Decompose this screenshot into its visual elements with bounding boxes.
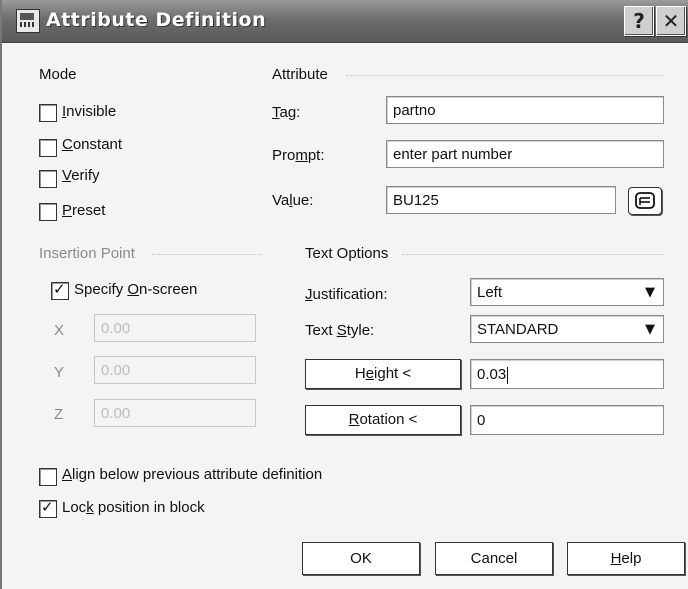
insertion-group-line xyxy=(152,254,262,255)
check-mark-icon: ✓ xyxy=(41,498,54,516)
justification-label: Justification: xyxy=(305,286,388,303)
height-input[interactable]: 0.03 xyxy=(470,359,664,389)
preset-label[interactable]: Preset xyxy=(62,202,105,219)
y-coord-input[interactable]: 0.00 xyxy=(94,356,256,384)
verify-label[interactable]: Verify xyxy=(62,167,100,184)
justification-value: Left xyxy=(477,284,503,301)
ok-button[interactable]: OK xyxy=(302,542,420,575)
attribute-heading: Attribute xyxy=(272,66,328,83)
value-input[interactable]: BU125 xyxy=(386,186,616,214)
text-caret xyxy=(507,366,509,384)
y-coord-label: Y xyxy=(54,364,65,381)
attribute-definition-dialog: Attribute Definition ? ✕ Mode Invisible … xyxy=(0,0,688,589)
check-mark-icon: ✓ xyxy=(53,280,66,298)
x-coord-label: X xyxy=(54,322,65,339)
z-coord-label: Z xyxy=(54,406,64,423)
insertion-point-heading: Insertion Point xyxy=(39,245,135,262)
z-coord-input[interactable]: 0.00 xyxy=(94,399,256,427)
chevron-down-icon[interactable]: ▼ xyxy=(641,284,659,302)
attribute-group-line xyxy=(346,75,664,76)
rotation-pick-button[interactable]: Rotation < xyxy=(305,405,461,435)
prompt-input[interactable]: enter part number xyxy=(386,140,664,168)
app-icon xyxy=(16,9,40,33)
help-button[interactable]: Help xyxy=(567,542,685,575)
help-icon[interactable]: ? xyxy=(624,6,654,36)
specify-onscreen-checkbox[interactable]: ✓ xyxy=(51,280,69,300)
insert-field-icon xyxy=(635,192,655,209)
invisible-checkbox[interactable] xyxy=(39,104,57,122)
window-title: Attribute Definition xyxy=(46,9,267,31)
insert-field-button[interactable] xyxy=(628,187,662,215)
constant-checkbox[interactable] xyxy=(39,139,57,157)
height-value: 0.03 xyxy=(477,366,507,383)
text-options-heading: Text Options xyxy=(305,245,389,262)
specify-onscreen-label[interactable]: Specify On-screen xyxy=(74,281,197,298)
invisible-label[interactable]: Invisible xyxy=(62,103,116,120)
tag-label: Tag: xyxy=(272,104,301,121)
chevron-down-icon[interactable]: ▼ xyxy=(641,321,659,339)
verify-checkbox[interactable] xyxy=(39,170,57,188)
title-bar[interactable]: Attribute Definition ? ✕ xyxy=(2,0,688,43)
justification-select[interactable]: Left ▼ xyxy=(470,278,664,306)
prompt-label: Prompt: xyxy=(272,147,325,164)
close-icon[interactable]: ✕ xyxy=(656,6,686,36)
cancel-button[interactable]: Cancel xyxy=(435,542,553,575)
text-options-group-line xyxy=(402,254,664,255)
constant-label[interactable]: Constant xyxy=(62,136,122,153)
lock-position-label[interactable]: Lock position in block xyxy=(62,499,205,516)
value-label: Value: xyxy=(272,192,314,209)
preset-checkbox[interactable] xyxy=(39,203,57,221)
x-coord-input[interactable]: 0.00 xyxy=(94,314,256,342)
text-style-label: Text Style: xyxy=(305,322,375,339)
align-below-label[interactable]: Align below previous attribute definitio… xyxy=(62,466,322,483)
text-style-select[interactable]: STANDARD ▼ xyxy=(470,315,664,343)
lock-position-checkbox[interactable]: ✓ xyxy=(39,498,57,518)
rotation-input[interactable]: 0 xyxy=(470,405,664,435)
mode-heading: Mode xyxy=(39,66,77,83)
height-pick-button[interactable]: Height < xyxy=(305,359,461,389)
tag-input[interactable]: partno xyxy=(386,96,664,124)
align-below-checkbox[interactable] xyxy=(39,468,57,486)
text-style-value: STANDARD xyxy=(477,321,559,338)
